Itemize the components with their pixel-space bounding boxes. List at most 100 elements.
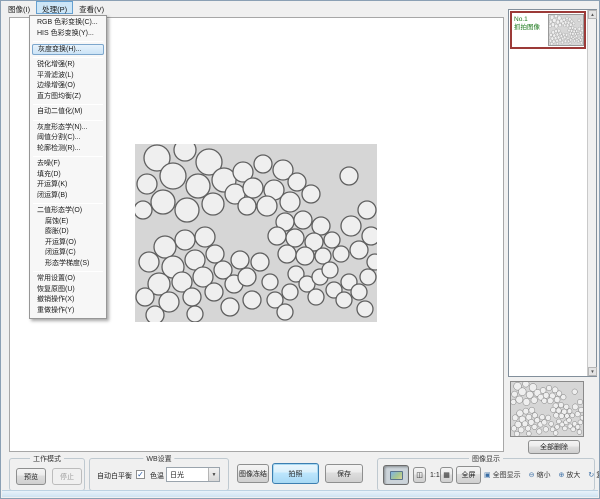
particle-micrograph-image	[135, 144, 377, 322]
menu-item[interactable]: 常用设置(O)	[30, 274, 106, 285]
view-option[interactable]: ⊖ 缩小	[529, 470, 551, 480]
menu-item[interactable]: RGB 色彩变换(C)...	[30, 18, 106, 29]
menu-item-label: HIS 色彩变换(Y)...	[37, 30, 94, 37]
menu-item-label: 撤销操作(X)	[37, 296, 74, 303]
menu-item[interactable]	[33, 156, 103, 157]
auto-wb-label: 自动白平衡	[97, 471, 132, 481]
menu-item[interactable]: 边缘增强(O)	[30, 81, 106, 92]
menu-item-label: 自动二值化(M)	[37, 108, 83, 115]
save-button[interactable]: 保存	[325, 464, 363, 483]
color-temp-combo[interactable]: 日光 ▼	[166, 467, 220, 482]
menu-item-label: 形态学梯度(S)	[45, 260, 89, 267]
menu-item[interactable]: 锐化增强(R)	[30, 60, 106, 71]
scroll-up-icon[interactable]: ▲	[588, 10, 597, 19]
menu-bar-item[interactable]: 查看(V)	[73, 1, 110, 14]
captured-image-list: No.1 抓拍图像 ▲ ▼	[508, 9, 597, 377]
color-temp-label: 色温	[150, 471, 164, 481]
fullscreen-button[interactable]: 全屏	[456, 466, 481, 484]
menu-item-label: 阈值分割(C)...	[37, 134, 81, 141]
process-menu-dropdown: RGB 色彩变换(C)... HIS 色彩变换(Y)... 灰度变换(H)...…	[29, 15, 107, 319]
gallery-item-number: No.1	[514, 16, 548, 24]
freeze-image-button[interactable]: 图像冻结	[237, 464, 269, 483]
menu-item-label: 填充(D)	[37, 171, 61, 178]
menu-item[interactable]: 自动二值化(M)	[30, 107, 106, 118]
window-bottom-border	[2, 490, 598, 497]
menu-item-label: 腐蚀(E)	[45, 218, 68, 225]
live-image-icon	[390, 471, 403, 480]
menu-item[interactable]: 直方图均衡(Z)	[30, 92, 106, 103]
menu-item[interactable]	[33, 271, 103, 272]
view-option-label: 复位	[596, 470, 600, 480]
menu-item[interactable]	[33, 41, 103, 42]
menu-item[interactable]: 膨胀(D)	[30, 227, 106, 238]
menu-item[interactable]	[33, 104, 103, 105]
menu-item-label: 恢复原图(U)	[37, 286, 75, 293]
menu-item-label: 闭运算(B)	[37, 192, 67, 199]
chevron-down-icon[interactable]: ▼	[208, 468, 219, 481]
menu-item[interactable]: 灰度变换(H)...	[32, 44, 104, 55]
view-option-label: 全图显示	[493, 470, 521, 480]
view-option[interactable]: ↻ 复位	[588, 470, 600, 480]
pause-view-button[interactable]: ◫	[413, 467, 426, 483]
gallery-scrollbar[interactable]: ▲ ▼	[587, 10, 596, 376]
view-option[interactable]: ▣ 全图显示	[484, 470, 521, 480]
menu-item[interactable]: 开运算(O)	[30, 238, 106, 249]
preview-thumbnail[interactable]	[510, 381, 584, 437]
white-balance-group-title: WB设置	[143, 454, 174, 464]
menu-item-label: 常用设置(O)	[37, 275, 75, 282]
view-option-icon: ▣	[484, 471, 491, 479]
menu-item[interactable]: HIS 色彩变换(Y)...	[30, 29, 106, 40]
menu-item[interactable]: 闭运算(C)	[30, 248, 106, 259]
menu-item[interactable]: 撤销操作(X)	[30, 295, 106, 306]
white-balance-group: WB设置 自动白平衡 ✓ 色温 日光 ▼	[89, 458, 229, 491]
menu-item[interactable]: 去噪(F)	[30, 159, 106, 170]
menu-item-label: 膨胀(D)	[45, 228, 69, 235]
menu-item[interactable]: 灰度形态学(N)...	[30, 123, 106, 134]
menu-item[interactable]	[33, 57, 103, 58]
view-option[interactable]: ⊕ 放大	[559, 470, 581, 480]
grid-view-button[interactable]: ▦	[440, 467, 453, 483]
menu-item[interactable]: 二值形态学(O)	[30, 206, 106, 217]
snapshot-button[interactable]: 拍照	[272, 463, 319, 484]
scroll-down-icon[interactable]: ▼	[588, 367, 597, 376]
menu-item-label: 轮廓检测(R)...	[37, 145, 81, 152]
menu-item-label: 重做操作(Y)	[37, 307, 74, 314]
menu-item[interactable]: 重做操作(Y)	[30, 306, 106, 317]
menu-item[interactable]	[33, 120, 103, 121]
menu-item[interactable]: 形态学梯度(S)	[30, 259, 106, 270]
work-mode-group-title: 工作模式	[30, 454, 64, 464]
menu-item[interactable]: 轮廓检测(R)...	[30, 144, 106, 155]
auto-wb-checkbox[interactable]: ✓	[136, 470, 145, 479]
menu-item-label: 开运算(O)	[45, 239, 76, 246]
menu-item[interactable]	[33, 203, 103, 204]
menu-item-label: 灰度形态学(N)...	[37, 124, 88, 131]
menu-bar-item-label: 查看(V)	[79, 5, 104, 14]
view-option-icon: ↻	[588, 471, 594, 479]
menu-item-label: 灰度变换(H)...	[38, 46, 82, 53]
menu-item[interactable]: 开运算(K)	[30, 180, 106, 191]
delete-all-button[interactable]: 全部删除	[528, 440, 580, 454]
work-mode-group: 工作模式 预览 停止	[9, 458, 85, 491]
menu-item-label: 锐化增强(R)	[37, 61, 75, 68]
menu-item-label: 去噪(F)	[37, 160, 60, 167]
menu-item-label: 边缘增强(O)	[37, 82, 75, 89]
image-display-group: 图像显示 ◫ 1:1 ▴ ▾ ▦ 全屏 ▣ 全图显示 ⊖ 缩小	[377, 458, 595, 491]
preview-button[interactable]: 预览	[16, 468, 46, 485]
live-view-button[interactable]	[383, 465, 409, 485]
gallery-item-thumbnail[interactable]	[548, 14, 584, 46]
gallery-item-selected[interactable]: No.1 抓拍图像	[510, 11, 586, 49]
menu-item-label: 平滑滤波(L)	[37, 72, 74, 79]
menu-item[interactable]: 阈值分割(C)...	[30, 133, 106, 144]
menu-bar-item[interactable]: 图像(I)	[2, 1, 36, 14]
view-options: ▣ 全图显示 ⊖ 缩小 ⊕ 放大 ↻ 复位	[484, 459, 600, 490]
menu-item[interactable]: 平滑滤波(L)	[30, 71, 106, 82]
view-option-label: 缩小	[537, 470, 551, 480]
menu-item[interactable]: 填充(D)	[30, 170, 106, 181]
menu-item[interactable]: 闭运算(B)	[30, 191, 106, 202]
view-option-icon: ⊖	[529, 471, 535, 479]
menu-bar-item[interactable]: 处理(P)	[36, 1, 73, 14]
menu-bar-item-label: 图像(I)	[8, 5, 30, 14]
menu-item[interactable]: 腐蚀(E)	[30, 217, 106, 228]
menu-item[interactable]: 恢复原图(U)	[30, 285, 106, 296]
stop-button[interactable]: 停止	[52, 468, 82, 485]
